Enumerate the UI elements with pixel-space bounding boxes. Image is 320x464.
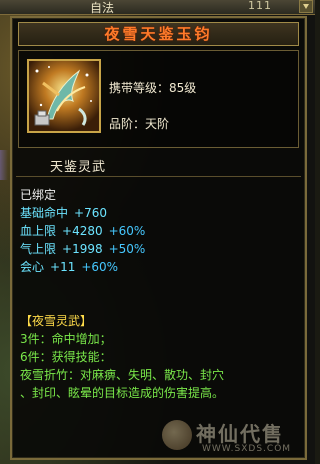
set-name: 【夜雪灵武】	[20, 314, 93, 328]
stat-base-value: +11	[50, 260, 76, 274]
set-piece-6: 6件：获得技能：	[20, 350, 112, 364]
set-piece-3: 3件：命中增加；	[20, 332, 112, 346]
divider	[16, 176, 301, 177]
weapon-type: 天鉴灵武	[50, 160, 107, 175]
stat-bonus-value: +60%	[81, 260, 119, 274]
mascot-logo-icon	[162, 420, 192, 450]
jade-hook-weapon-icon[interactable]	[27, 59, 101, 133]
item-info-box: 携带等级：85级 品阶：天阶	[18, 50, 299, 148]
item-tier-value: 天阶	[145, 117, 170, 131]
item-tier: 品阶：天阶	[109, 115, 169, 132]
stat-bonus-value: +60%	[108, 224, 146, 238]
background-decoration	[0, 150, 8, 180]
stat-row: 基础命中 +760	[20, 204, 300, 222]
top-bar-count: 111	[248, 0, 272, 12]
stat-name: 基础命中	[20, 206, 69, 220]
stat-row: 气上限 +1998 +50%	[20, 240, 300, 258]
set-skill-desc-line-1: 夜雪折竹：对麻痹、失明、散功、封穴	[20, 368, 225, 382]
bound-status: 已绑定	[20, 188, 57, 202]
watermark-text: 神仙代售	[196, 422, 284, 446]
watermark-url: WWW.SXDS.COM	[202, 444, 292, 454]
watermark: 神仙代售 WWW.SXDS.COM	[162, 418, 312, 460]
item-title-bar: 夜雪天鉴玉钧	[18, 22, 299, 46]
item-tier-label: 品阶：	[109, 117, 146, 131]
top-bar-label: 自法	[90, 1, 115, 15]
set-bonus-block: 【夜雪灵武】 3件：命中增加； 6件：获得技能： 夜雪折竹：对麻痹、失明、散功、…	[20, 312, 302, 402]
stat-name: 血上限	[20, 224, 57, 238]
stat-row: 血上限 +4280 +60%	[20, 222, 300, 240]
stats-block: 已绑定 基础命中 +760 血上限 +4280 +60% 气上限 +1998 +50% 会…	[20, 186, 300, 276]
dropdown-arrow-icon[interactable]	[299, 0, 313, 13]
stat-row: 会心 +11 +60%	[20, 258, 300, 276]
carry-level-value: 85级	[169, 81, 197, 95]
item-tooltip: 夜雪天鉴玉钧 携带等级：85级 品阶：天阶 天鉴灵武 已绑定 基础命中 +760…	[10, 16, 307, 460]
stat-base-value: +4280	[62, 224, 103, 238]
stat-name: 会心	[20, 260, 45, 274]
stat-base-value: +1998	[62, 242, 103, 256]
stat-bonus-value: +50%	[108, 242, 146, 256]
background-top-bar: 自法 111	[0, 0, 315, 15]
carry-level: 携带等级：85级	[109, 79, 196, 96]
stat-base-value: +760	[74, 206, 107, 220]
set-skill-desc-line-2: 、封印、眩晕的目标造成的伤害提高。	[20, 386, 225, 400]
carry-level-label: 携带等级：	[109, 81, 170, 95]
item-title: 夜雪天鉴玉钧	[104, 25, 213, 43]
stat-name: 气上限	[20, 242, 57, 256]
